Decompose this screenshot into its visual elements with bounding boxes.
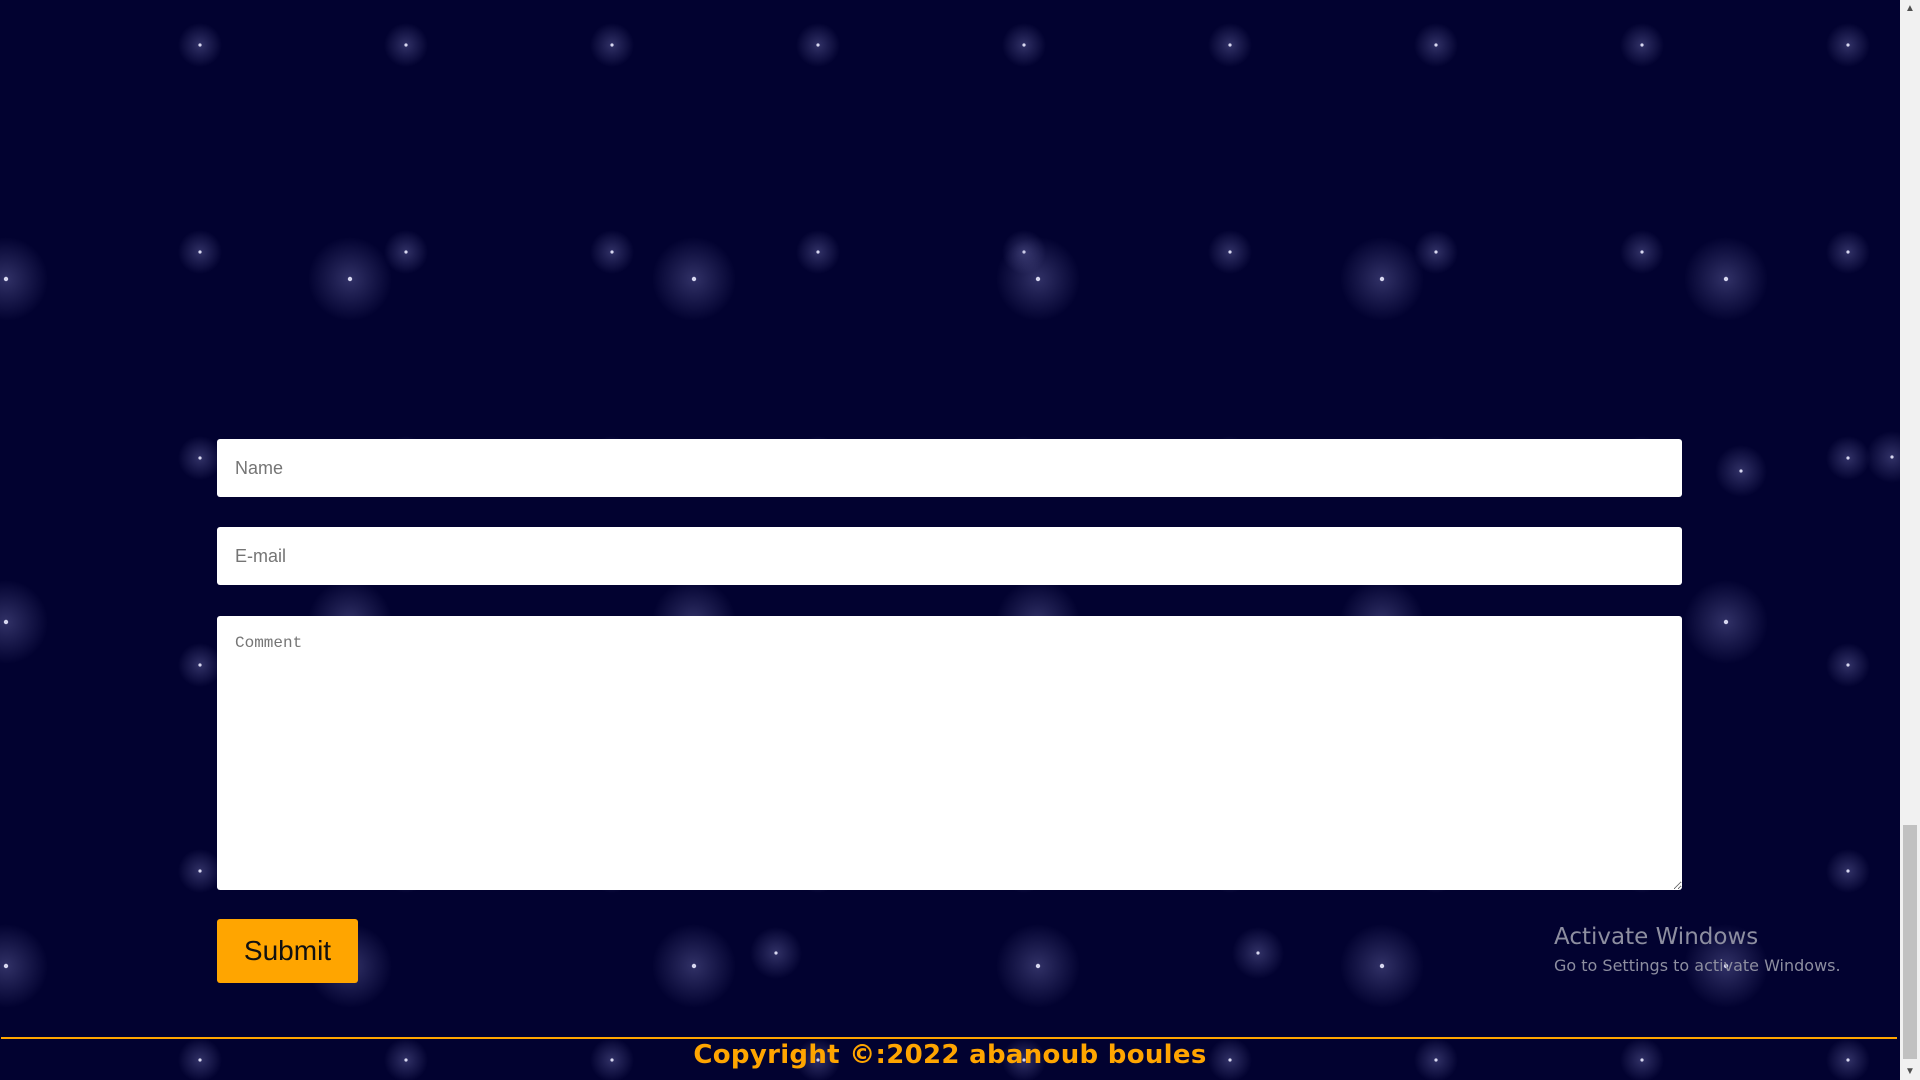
star-glow [1684, 580, 1768, 664]
star-glow [1414, 230, 1458, 274]
star-dot [1890, 455, 1894, 459]
star-dot [816, 250, 820, 254]
star-dot [1846, 869, 1850, 873]
star-glow [1826, 23, 1870, 67]
star-dot [404, 43, 408, 47]
star-glow [996, 237, 1080, 321]
star-dot [610, 43, 614, 47]
star-glow [1208, 230, 1252, 274]
activate-windows-watermark: Activate Windows Go to Settings to activ… [1554, 924, 1841, 975]
star-dot [1434, 250, 1438, 254]
star-glow [1826, 849, 1870, 893]
footer-divider [1, 1037, 1897, 1039]
activate-windows-title: Activate Windows [1554, 924, 1759, 950]
activate-windows-subtitle: Go to Settings to activate Windows. [1554, 956, 1841, 975]
scroll-down-arrow-icon[interactable]: ▼ [1900, 1063, 1920, 1080]
star-glow [1826, 230, 1870, 274]
page: Submit Activate Windows Go to Settings t… [0, 0, 1920, 1080]
star-dot [3, 619, 9, 625]
page-viewport: Submit Activate Windows Go to Settings t… [0, 0, 1900, 1080]
vertical-scrollbar[interactable]: ▲ ▼ [1900, 0, 1920, 1080]
scroll-up-arrow-icon[interactable]: ▲ [1900, 0, 1920, 17]
star-glow [384, 230, 428, 274]
email-input[interactable] [217, 527, 1682, 585]
star-dot [1846, 43, 1850, 47]
star-dot [1846, 250, 1850, 254]
star-dot [3, 963, 9, 969]
contact-form: Submit [217, 439, 1682, 983]
star-glow [178, 436, 222, 480]
star-glow [796, 23, 840, 67]
star-glow [652, 237, 736, 321]
star-glow [1684, 237, 1768, 321]
star-glow [1414, 23, 1458, 67]
star-dot [198, 250, 202, 254]
submit-button[interactable]: Submit [217, 919, 358, 983]
star-glow [0, 237, 48, 321]
star-dot [1434, 43, 1438, 47]
footer-copyright: Copyright ©:2022 abanoub boules [693, 1040, 1207, 1070]
star-glow [1715, 445, 1767, 497]
star-glow [590, 23, 634, 67]
star-glow [0, 924, 48, 1008]
star-dot [1228, 43, 1232, 47]
star-glow [178, 643, 222, 687]
star-glow [384, 23, 428, 67]
star-dot [198, 456, 202, 460]
star-dot [1846, 456, 1850, 460]
star-glow [1002, 230, 1046, 274]
star-glow [1826, 436, 1870, 480]
star-glow [178, 23, 222, 67]
star-dot [404, 250, 408, 254]
star-glow [1620, 23, 1664, 67]
name-input[interactable] [217, 439, 1682, 497]
star-dot [1723, 619, 1729, 625]
star-glow [1340, 237, 1424, 321]
star-glow [796, 230, 840, 274]
scrollbar-thumb[interactable] [1903, 825, 1917, 1059]
star-dot [198, 869, 202, 873]
star-dot [1640, 43, 1644, 47]
star-dot [198, 663, 202, 667]
star-dot [347, 276, 353, 282]
star-dot [1739, 469, 1743, 473]
star-dot [610, 250, 614, 254]
star-glow [1208, 23, 1252, 67]
star-dot [1228, 250, 1232, 254]
star-dot [1022, 43, 1026, 47]
star-dot [1379, 276, 1385, 282]
star-dot [1022, 250, 1026, 254]
star-dot [3, 276, 9, 282]
star-glow [590, 230, 634, 274]
star-glow [1866, 431, 1900, 483]
comment-textarea[interactable] [217, 616, 1682, 890]
star-glow [178, 849, 222, 893]
star-glow [308, 237, 392, 321]
star-dot [816, 43, 820, 47]
star-dot [1640, 250, 1644, 254]
star-dot [691, 276, 697, 282]
star-glow [1002, 23, 1046, 67]
star-glow [1826, 643, 1870, 687]
star-dot [1846, 663, 1850, 667]
star-glow [1620, 230, 1664, 274]
star-dot [1035, 276, 1041, 282]
star-dot [1723, 276, 1729, 282]
star-glow [0, 580, 48, 664]
star-glow [178, 230, 222, 274]
star-dot [198, 43, 202, 47]
